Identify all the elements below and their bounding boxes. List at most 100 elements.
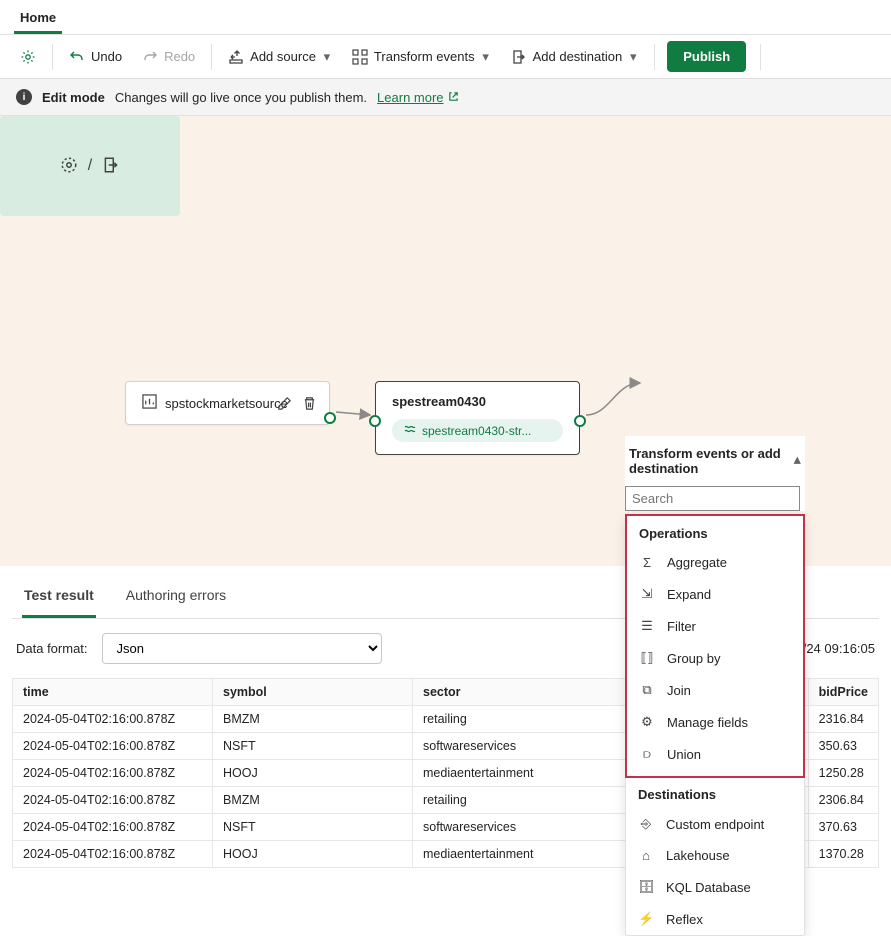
port-in[interactable] — [369, 415, 381, 427]
tab-home[interactable]: Home — [14, 0, 62, 34]
banner-message: Changes will go live once you publish th… — [115, 90, 367, 105]
data-format-label: Data format: — [16, 641, 88, 656]
table-cell: BMZM — [213, 787, 413, 814]
table-cell: 2024-05-04T02:16:00.878Z — [13, 814, 213, 841]
table-cell: NSFT — [213, 733, 413, 760]
join-icon: ⧉ — [639, 682, 655, 698]
database-icon: 🗄 — [638, 879, 654, 895]
info-icon: i — [16, 89, 32, 105]
separator — [760, 44, 761, 70]
transform-icon — [352, 49, 368, 65]
op-union[interactable]: ⫐Union — [627, 738, 803, 770]
op-groupby[interactable]: ⟦⟧Group by — [627, 642, 803, 674]
learn-more-link[interactable]: Learn more — [377, 90, 458, 105]
stream-pill[interactable]: spestream0430-str... — [392, 419, 563, 442]
banner-mode: Edit mode — [42, 90, 105, 105]
op-join[interactable]: ⧉Join — [627, 674, 803, 706]
tab-test-result[interactable]: Test result — [22, 575, 96, 618]
pencil-icon — [277, 399, 292, 414]
union-icon: ⫐ — [639, 746, 655, 762]
lakehouse-icon: ⌂ — [638, 848, 654, 863]
add-source-icon — [228, 49, 244, 65]
node-target-placeholder[interactable]: / — [0, 116, 180, 216]
port-out[interactable] — [324, 412, 336, 424]
port-out[interactable] — [574, 415, 586, 427]
add-source-button[interactable]: Add source ▾ — [218, 42, 342, 72]
chart-icon — [142, 394, 157, 412]
dest-reflex[interactable]: ⚡Reflex — [626, 903, 804, 935]
filter-icon: ☰ — [639, 618, 655, 634]
slash: / — [88, 157, 92, 175]
external-link-icon — [448, 90, 459, 105]
redo-icon — [142, 49, 158, 65]
table-cell: 370.63 — [808, 814, 878, 841]
gear-icon — [20, 49, 36, 65]
chevron-down-icon: ▾ — [481, 49, 491, 65]
stream-icon — [404, 423, 416, 438]
publish-button[interactable]: Publish — [667, 41, 746, 72]
undo-button[interactable]: Undo — [59, 42, 132, 72]
op-aggregate[interactable]: ΣAggregate — [627, 547, 803, 578]
dest-kql[interactable]: 🗄KQL Database — [626, 871, 804, 903]
separator — [654, 44, 655, 70]
tab-authoring-errors[interactable]: Authoring errors — [124, 575, 228, 618]
canvas[interactable]: spstockmarketsource spestream0430 spestr… — [0, 116, 891, 566]
table-cell: 2024-05-04T02:16:00.878Z — [13, 760, 213, 787]
table-cell: 2024-05-04T02:16:00.878Z — [13, 841, 213, 868]
table-cell: 2024-05-04T02:16:00.878Z — [13, 787, 213, 814]
col-symbol[interactable]: symbol — [213, 679, 413, 706]
node-source[interactable]: spstockmarketsource — [125, 381, 330, 425]
table-cell: 2024-05-04T02:16:00.878Z — [13, 706, 213, 733]
separator — [52, 44, 53, 70]
add-destination-button[interactable]: Add destination ▾ — [501, 42, 649, 72]
endpoint-icon: ⎆ — [638, 816, 654, 832]
op-filter[interactable]: ☰Filter — [627, 610, 803, 642]
edit-node-button[interactable] — [277, 396, 292, 414]
sigma-icon: Σ — [639, 555, 655, 570]
table-cell: 2306.84 — [808, 787, 878, 814]
search-input[interactable] — [625, 486, 800, 511]
dest-lakehouse[interactable]: ⌂Lakehouse — [626, 840, 804, 871]
op-expand[interactable]: ⇲Expand — [627, 578, 803, 610]
trash-icon — [302, 399, 317, 414]
data-format-select[interactable]: Json — [102, 633, 382, 664]
operations-heading: Operations — [627, 516, 803, 547]
transform-events-button[interactable]: Transform events ▾ — [342, 42, 501, 72]
transform-target-icon — [60, 156, 78, 177]
table-cell: HOOJ — [213, 841, 413, 868]
operations-menu: Operations ΣAggregate ⇲Expand ☰Filter ⟦⟧… — [625, 514, 805, 936]
toolbar: Undo Redo Add source ▾ Transform events … — [0, 35, 891, 79]
chevron-up-icon[interactable]: ▾ — [794, 453, 801, 469]
group-icon: ⟦⟧ — [639, 650, 655, 666]
op-manage-fields[interactable]: ⚙Manage fields — [627, 706, 803, 738]
separator — [211, 44, 212, 70]
table-cell: HOOJ — [213, 760, 413, 787]
chevron-down-icon: ▾ — [628, 49, 638, 65]
node-stream-label: spestream0430 — [392, 394, 563, 409]
col-time[interactable]: time — [13, 679, 213, 706]
delete-node-button[interactable] — [302, 396, 317, 414]
destination-target-icon — [102, 156, 120, 177]
destinations-heading: Destinations — [626, 777, 804, 808]
table-cell: NSFT — [213, 814, 413, 841]
node-stream[interactable]: spestream0430 spestream0430-str... — [375, 381, 580, 455]
expand-icon: ⇲ — [639, 586, 655, 602]
reflex-icon: ⚡ — [638, 911, 654, 927]
edit-mode-banner: i Edit mode Changes will go live once yo… — [0, 79, 891, 116]
settings-button[interactable] — [10, 42, 46, 72]
undo-icon — [69, 49, 85, 65]
transform-panel: Transform events or add destination ▾ — [625, 436, 805, 511]
table-cell: 1250.28 — [808, 760, 878, 787]
redo-button[interactable]: Redo — [132, 42, 205, 72]
panel-title: Transform events or add destination — [629, 446, 794, 476]
node-source-label: spstockmarketsource — [165, 396, 288, 411]
table-cell: 2024-05-04T02:16:00.878Z — [13, 733, 213, 760]
col-bidprice[interactable]: bidPrice — [808, 679, 878, 706]
add-destination-icon — [511, 49, 527, 65]
table-cell: 1370.28 — [808, 841, 878, 868]
table-cell: BMZM — [213, 706, 413, 733]
table-cell: 350.63 — [808, 733, 878, 760]
chevron-down-icon: ▾ — [322, 49, 332, 65]
dest-custom-endpoint[interactable]: ⎆Custom endpoint — [626, 808, 804, 840]
table-cell: 2316.84 — [808, 706, 878, 733]
